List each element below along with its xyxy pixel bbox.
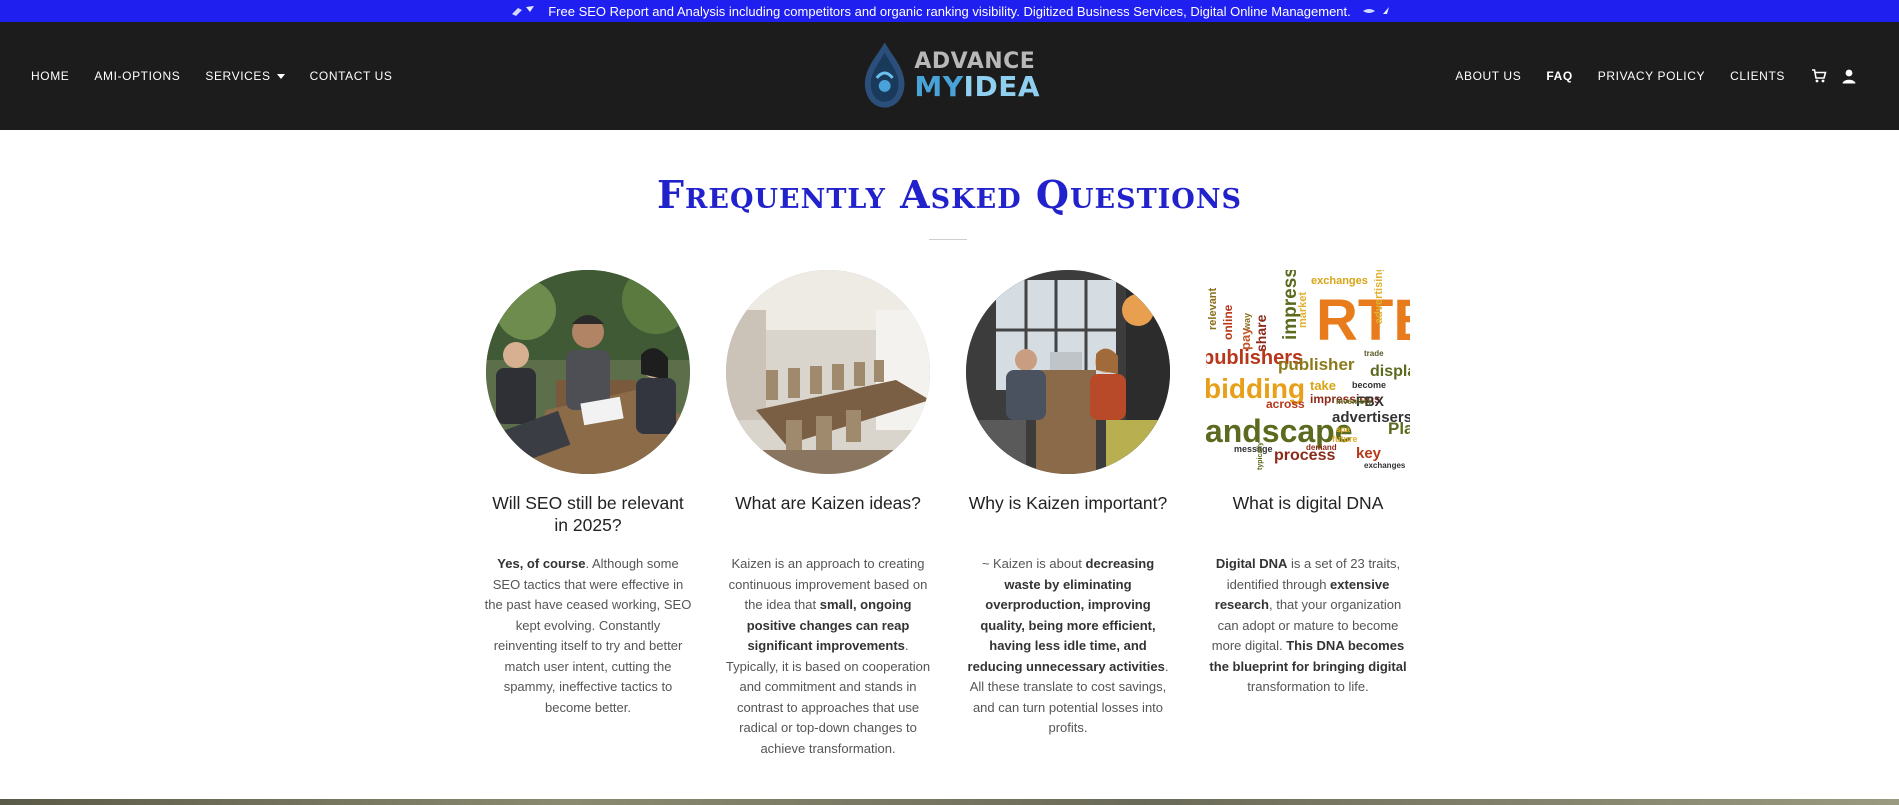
word-cloud-word: exchanges — [1364, 461, 1406, 470]
nav-clients[interactable]: CLIENTS — [1730, 69, 1785, 83]
word-cloud: exchangesRTBrelevantonlineimpressionsmar… — [1206, 270, 1410, 470]
word-cloud-word: RTB — [1316, 288, 1410, 353]
nav-services[interactable]: SERVICES — [205, 69, 285, 83]
word-cloud-word: exchanges — [1311, 275, 1368, 287]
word-cloud-word: take — [1310, 378, 1336, 393]
faq-answer: ~ Kaizen is about decreasing waste by el… — [967, 556, 1169, 735]
word-cloud-word: advertising — [1373, 270, 1385, 324]
word-cloud-word: market — [1297, 292, 1309, 328]
faq-answer: Kaizen is an approach to creating contin… — [725, 556, 931, 756]
faq-card: Will SEO still be relevant in 2025? Yes,… — [483, 270, 693, 718]
logo-drop-icon — [864, 42, 905, 108]
faq-question: What is digital DNA — [1232, 493, 1384, 513]
nav-contact-us[interactable]: CONTACT US — [310, 69, 393, 83]
nav-privacy-policy[interactable]: PRIVACY POLICY — [1598, 69, 1705, 83]
word-cloud-word: message — [1234, 444, 1273, 454]
word-cloud-word: display — [1370, 363, 1410, 380]
faq-card: Why is Kaizen important? ~ Kaizen is abo… — [963, 270, 1173, 739]
rocket-icon — [1361, 4, 1391, 18]
title-divider — [929, 239, 967, 240]
word-cloud-word: publisher — [1278, 355, 1355, 374]
nav-right: ABOUT US FAQ PRIVACY POLICY CLIENTS — [1455, 22, 1899, 130]
announcement-text: Free SEO Report and Analysis including c… — [548, 3, 1351, 19]
faq-question: Will SEO still be relevant in 2025? — [492, 493, 684, 535]
nav-left: HOME AMI-OPTIONS SERVICES CONTACT US — [31, 22, 418, 130]
page-title: Frequently Asked Questions — [657, 172, 1242, 217]
caret-down-icon — [276, 73, 285, 79]
meeting-photo — [486, 270, 690, 474]
word-cloud-word: Platforms — [1388, 419, 1410, 438]
word-cloud-word: way — [1242, 313, 1252, 331]
logo-idea: IDEA — [963, 70, 1040, 103]
faq-question: Why is Kaizen important? — [968, 493, 1168, 513]
nav-faq[interactable]: FAQ — [1546, 69, 1572, 83]
rocket-icon — [508, 4, 538, 18]
announcement-bar: Free SEO Report and Analysis including c… — [0, 0, 1899, 22]
word-cloud-word: relevant — [1207, 287, 1219, 330]
word-cloud-word: key — [1356, 445, 1382, 462]
word-cloud-word: inventory — [1336, 397, 1373, 406]
faq-card: exchangesRTBrelevantonlineimpressionsmar… — [1203, 270, 1413, 698]
account-icon[interactable] — [1840, 67, 1858, 85]
word-cloud-word: trade — [1364, 349, 1384, 358]
word-cloud-word: spa — [1336, 425, 1350, 434]
faq-question: What are Kaizen ideas? — [735, 493, 921, 513]
word-cloud-image: exchangesRTBrelevantonlineimpressionsmar… — [1206, 270, 1410, 474]
word-cloud-word: become — [1352, 380, 1386, 390]
cart-icon[interactable] — [1810, 67, 1828, 85]
site-logo[interactable]: ADVANCE MYIDEA — [855, 38, 1040, 114]
faq-card: What are Kaizen ideas? Kaizen is an appr… — [723, 270, 933, 759]
nav-about-us[interactable]: ABOUT US — [1455, 69, 1521, 83]
conference-room-photo — [726, 270, 930, 474]
word-cloud-word: online — [1221, 304, 1235, 340]
office-meeting-photo — [966, 270, 1170, 474]
logo-my: MY — [914, 70, 964, 103]
nav-services-label: SERVICES — [205, 69, 271, 83]
faq-answer: Digital DNA is a set of 23 traits, ident… — [1209, 556, 1407, 694]
site-header: HOME AMI-OPTIONS SERVICES CONTACT US ADV… — [0, 22, 1899, 130]
nav-home[interactable]: HOME — [31, 69, 69, 83]
word-cloud-word: across — [1266, 397, 1305, 411]
nav-ami-options[interactable]: AMI-OPTIONS — [94, 69, 180, 83]
word-cloud-word: process — [1274, 447, 1335, 464]
footer-image-strip — [0, 799, 1899, 805]
faq-answer: Yes, of course. Although some SEO tactic… — [484, 556, 692, 715]
word-cloud-word: typically — [1257, 442, 1264, 470]
